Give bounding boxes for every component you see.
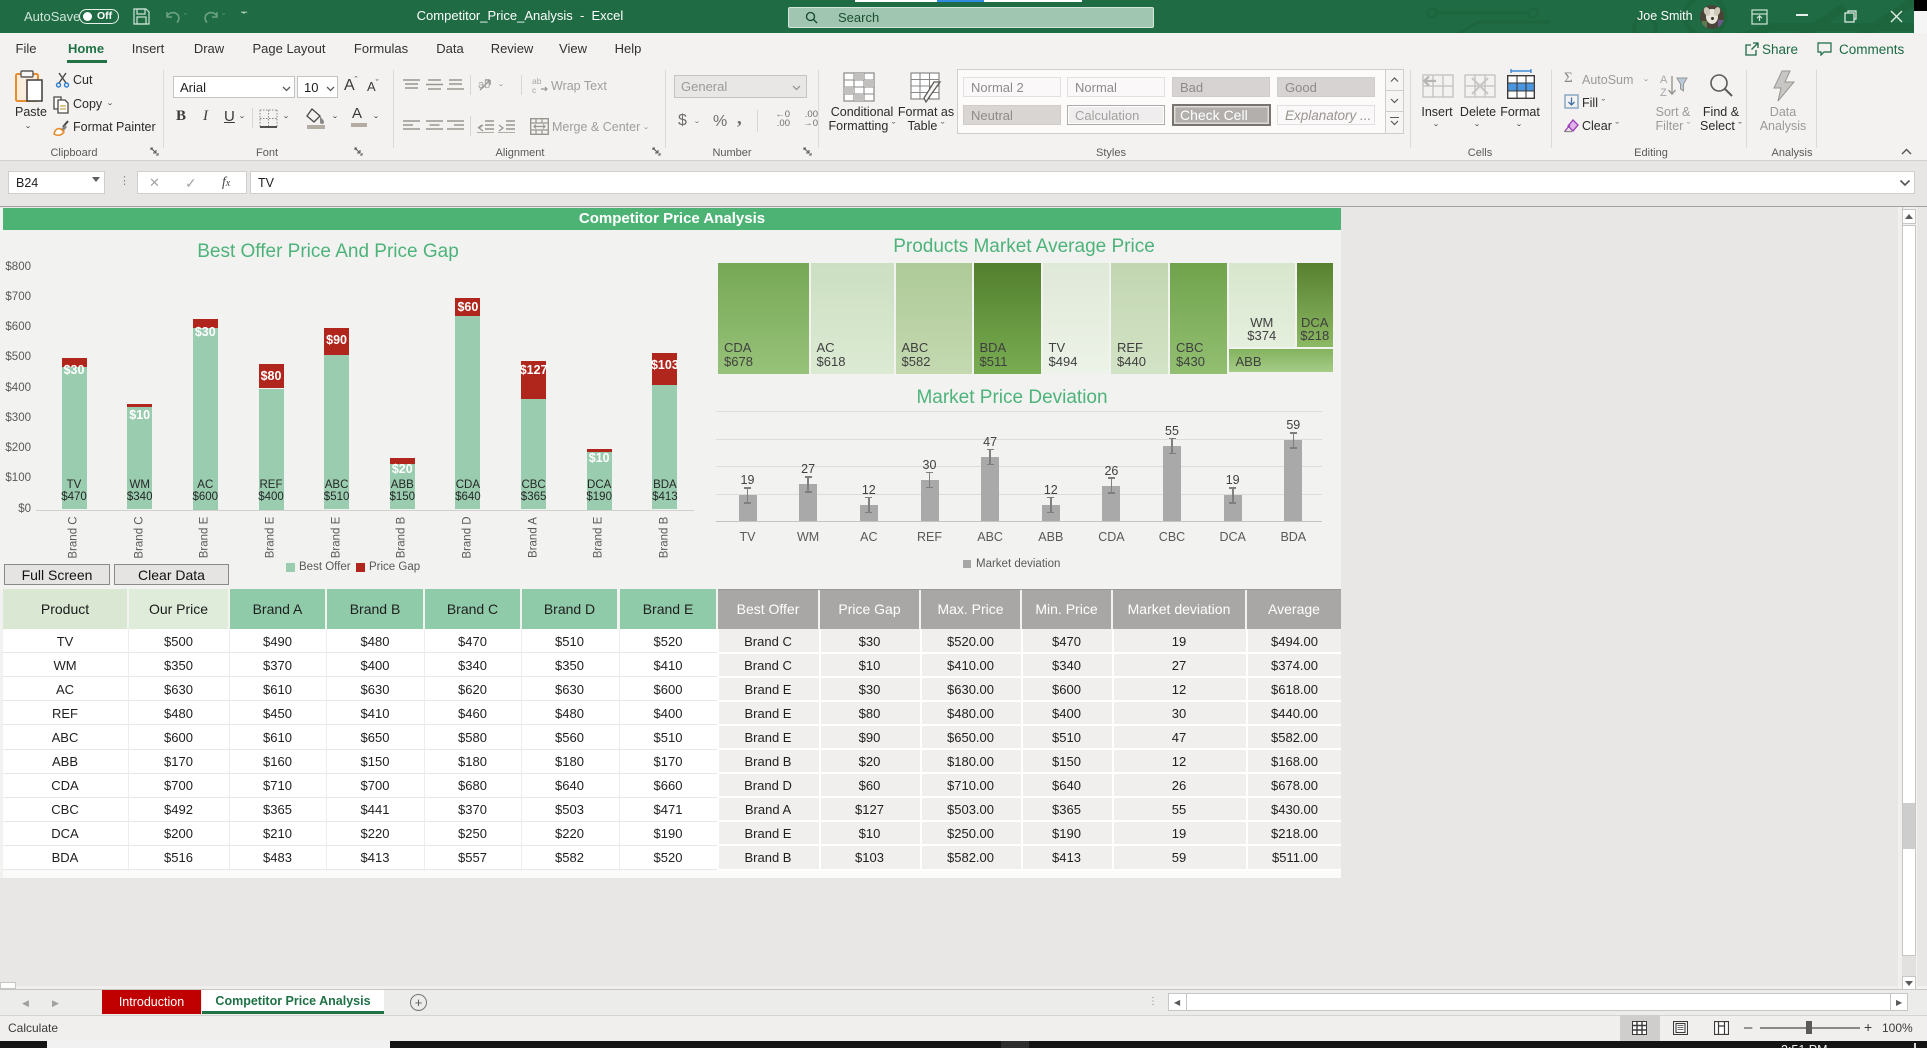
svg-text:Z: Z	[1660, 87, 1667, 99]
svg-text:ab: ab	[478, 79, 490, 91]
svg-text:A: A	[1660, 74, 1668, 86]
svg-text:c: c	[532, 85, 537, 94]
